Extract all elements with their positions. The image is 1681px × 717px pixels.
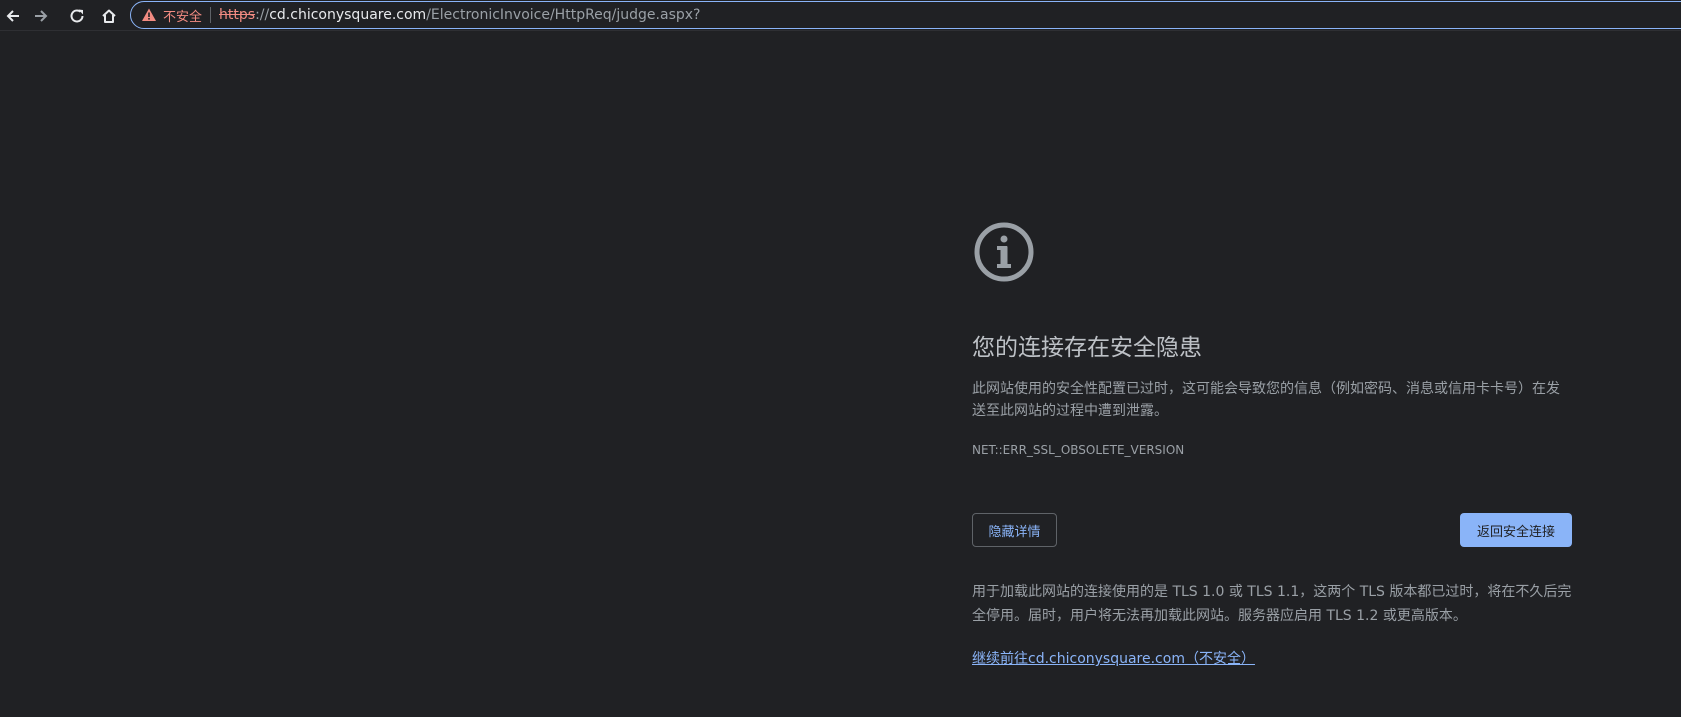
home-button[interactable]	[96, 3, 122, 29]
details-explanation: 用于加载此网站的连接使用的是 TLS 1.0 或 TLS 1.1，这两个 TLS…	[972, 584, 1572, 624]
info-circle-icon	[974, 222, 1034, 282]
browser-toolbar: 不安全 https://cd.chiconysquare.com/Electro…	[0, 0, 1681, 31]
reload-button[interactable]	[64, 3, 90, 29]
proceed-unsafe-link[interactable]: 继续前往cd.chiconysquare.com（不安全）	[972, 648, 1255, 668]
back-arrow-icon	[6, 10, 19, 22]
security-status-label[interactable]: 不安全	[163, 6, 202, 25]
reload-icon	[70, 9, 84, 23]
hide-details-button[interactable]: 隐藏详情	[972, 513, 1057, 547]
address-divider	[210, 7, 212, 23]
url-scheme-separator: ://	[255, 7, 270, 23]
forward-arrow-icon	[35, 10, 48, 22]
warning-description: 此网站使用的安全性配置已过时，这可能会导致您的信息（例如密码、消息或信用卡卡号）…	[972, 381, 1560, 419]
back-button[interactable]	[0, 3, 26, 29]
page-title: 您的连接存在安全隐患	[972, 335, 1202, 361]
url-path: /ElectronicInvoice/HttpReq/judge.aspx?	[426, 7, 701, 23]
forward-button[interactable]	[28, 3, 54, 29]
address-bar[interactable]: 不安全 https://cd.chiconysquare.com/Electro…	[130, 1, 1681, 29]
back-to-safety-button[interactable]: 返回安全连接	[1460, 513, 1572, 547]
url-host: cd.chiconysquare.com	[269, 7, 427, 23]
error-code[interactable]: NET::ERR_SSL_OBSOLETE_VERSION	[972, 443, 1184, 457]
url-scheme: https	[219, 7, 256, 23]
warning-triangle-icon[interactable]	[141, 7, 157, 23]
home-icon	[102, 9, 116, 23]
